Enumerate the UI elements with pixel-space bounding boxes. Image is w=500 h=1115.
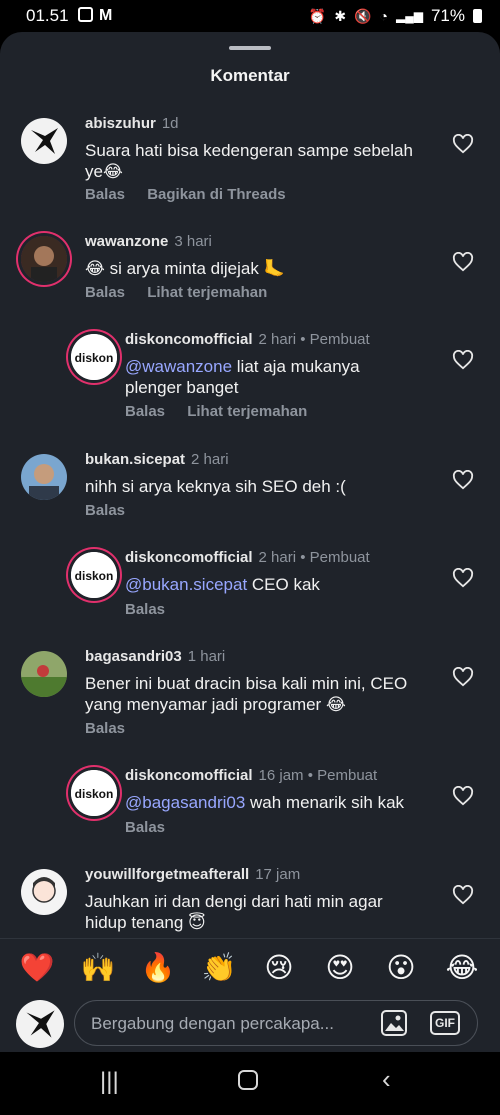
my-avatar [16,1000,64,1048]
comment-time: 1 hari [187,648,226,665]
home-icon[interactable] [238,1070,258,1090]
reaction-surprised-emoji[interactable]: 😮 [381,951,421,984]
comment-text: @bukan.sicepat CEO kak [125,575,320,594]
battery-percent: 71% [430,6,465,25]
see-translation-button[interactable]: Lihat terjemahan [147,284,267,301]
like-heart-icon[interactable] [452,252,474,272]
reaction-fire-emoji[interactable]: 🔥 [138,951,178,984]
gallery-notification-icon [78,7,93,22]
comment-time: 2 hari [258,549,297,566]
reaction-heart-emoji[interactable]: ❤️ [17,951,57,984]
reply-button[interactable]: Balas [125,403,165,420]
comment-text: nihh si arya keknya sih SEO deh :( [85,477,346,496]
gmail-notification-icon: M [99,7,113,24]
status-time: 01.51 [26,6,69,25]
reaction-laughing-emoji[interactable]: 😂 [442,951,482,984]
like-heart-icon[interactable] [452,885,474,905]
sheet-title: Komentar [210,66,290,85]
comment-composer: Bergabung dengan percakapa... GIF [0,1000,500,1052]
reply-button[interactable]: Balas [85,720,125,737]
comment-username[interactable]: abiszuhur [85,115,156,132]
comment-username[interactable]: diskoncomofficial [125,331,253,348]
reaction-raised-hands-emoji[interactable]: 🙌 [78,951,118,984]
signal-icon: ▂▄▆ [396,9,423,23]
avatar[interactable] [21,454,67,500]
svg-text:diskon: diskon [75,787,114,801]
mention-link[interactable]: @bagasandri03 [125,793,245,812]
comment-input[interactable]: Bergabung dengan percakapa... GIF [74,1000,478,1046]
reply-button[interactable]: Balas [85,284,125,301]
drag-handle[interactable] [229,46,271,50]
image-icon[interactable] [380,1009,408,1037]
reply-button[interactable]: Balas [125,819,165,836]
bluetooth-icon: ✱ [334,7,347,24]
comment-time: 17 jam [255,866,301,883]
like-heart-icon[interactable] [452,786,474,806]
comment-time: 16 jam [258,767,304,784]
brand-avatar[interactable]: diskon [71,770,117,816]
battery-icon [473,9,482,23]
comment-text: @wawanzone liat aja mukanya plenger bang… [125,357,360,397]
comment-text: @bagasandri03 wah menarik sih kak [125,793,405,812]
reply-button[interactable]: Balas [85,502,125,519]
like-heart-icon[interactable] [452,470,474,490]
avatar[interactable] [21,118,67,164]
comment-username[interactable]: youwillforgetmeafterall [85,866,249,883]
like-heart-icon[interactable] [452,568,474,588]
like-heart-icon[interactable] [452,134,474,154]
comment-text: Bener ini buat dracin bisa kali min ini,… [85,674,408,714]
comment-username[interactable]: wawanzone [85,233,168,250]
comment-time: 1d [161,115,179,132]
svg-text:diskon: diskon [75,351,114,365]
reaction-clap-emoji[interactable]: 👏 [199,951,239,984]
comment-input-placeholder: Bergabung dengan percakapa... [91,1014,334,1033]
alarm-icon: ⏰ [308,7,327,24]
svg-text:diskon: diskon [75,569,114,583]
brand-avatar[interactable]: diskon [71,334,117,380]
comment-time: 3 hari [174,233,212,250]
wifi-icon: ◔ [379,8,388,24]
back-icon[interactable]: ‹ [382,1064,391,1095]
like-heart-icon[interactable] [452,667,474,687]
see-translation-button[interactable]: Lihat terjemahan [187,403,307,420]
creator-label: • Pembuat [300,331,370,348]
comment-username[interactable]: bukan.sicepat [85,451,185,468]
reaction-crying-emoji[interactable]: 😢 [259,951,299,984]
reaction-heart-eyes-emoji[interactable]: 😍 [320,951,360,984]
comment-time: 2 hari [191,451,229,468]
creator-label: • Pembuat [307,767,378,784]
comment-text: Suara hati bisa kedengeran sampe sebelah… [85,141,413,181]
comment-text: 😂 si arya minta dijejak 🦶 [85,259,285,278]
recent-apps-icon[interactable]: ||| [100,1068,119,1096]
creator-label: • Pembuat [300,549,370,566]
comment-text: Jauhkan iri dan dengi dari hati min agar… [85,892,383,932]
reply-button[interactable]: Balas [125,601,165,618]
comment-username[interactable]: diskoncomofficial [125,767,253,784]
like-heart-icon[interactable] [452,350,474,370]
mention-link[interactable]: @wawanzone [125,357,232,376]
brand-avatar[interactable]: diskon [71,552,117,598]
status-bar: 01.51 M ⏰ ✱ 🔇 ◔ ▂▄▆ 71% [0,0,500,32]
avatar[interactable] [21,869,67,915]
reply-button[interactable]: Balas [85,186,125,203]
comment-time: 2 hari [258,331,297,348]
avatar[interactable] [21,651,67,697]
gif-button[interactable]: GIF [430,1011,460,1035]
avatar[interactable] [21,236,67,282]
system-nav-bar: ||| ‹ [0,1052,500,1115]
quick-reactions-bar: ❤️ 🙌 🔥 👏 😢 😍 😮 😂 [0,938,500,999]
comment-username[interactable]: diskoncomofficial [125,549,253,566]
mute-icon: 🔇 [354,7,372,24]
comment-username[interactable]: bagasandri03 [85,648,182,665]
mention-link[interactable]: @bukan.sicepat [125,575,247,594]
share-threads-button[interactable]: Bagikan di Threads [147,186,285,203]
